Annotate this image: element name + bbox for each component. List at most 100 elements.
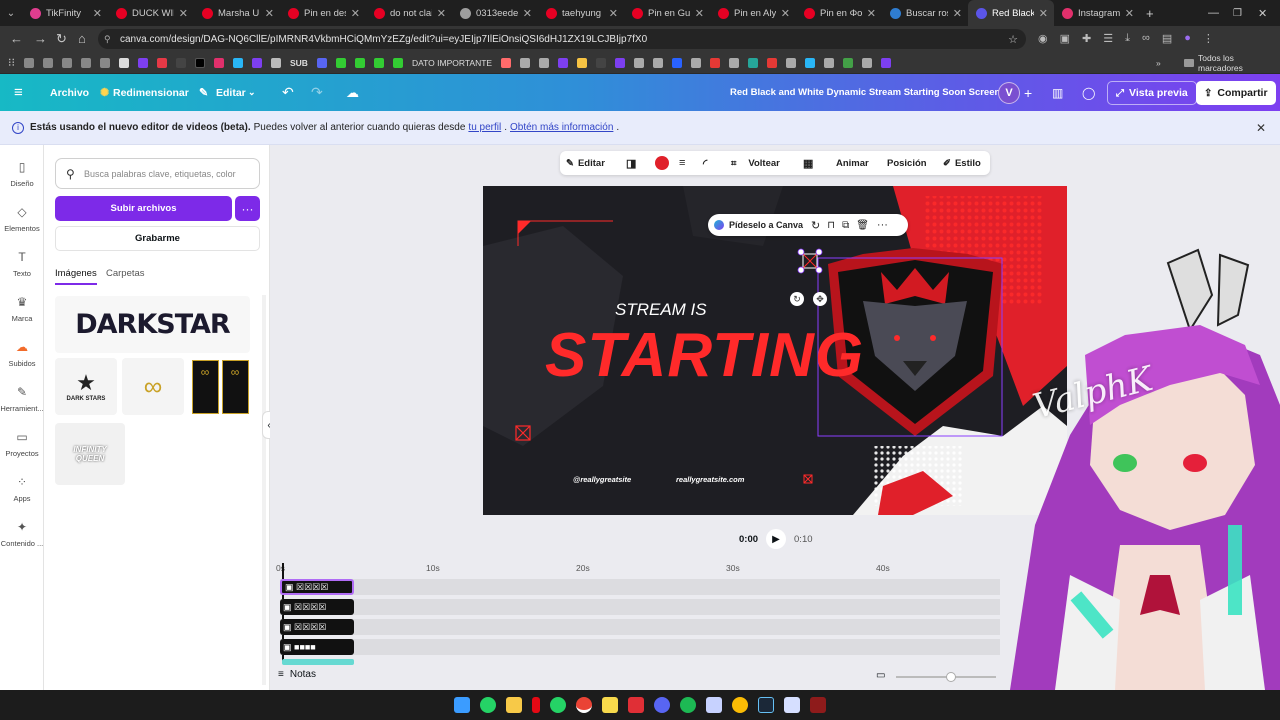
file-explorer-icon[interactable] <box>506 697 522 713</box>
tab-close-icon[interactable]: ✕ <box>351 7 360 20</box>
tab-close-icon[interactable]: ✕ <box>523 7 532 20</box>
bookmark-folder-icon[interactable] <box>24 57 34 68</box>
tab-folders[interactable]: Carpetas <box>106 268 145 279</box>
bookmark-favicon-icon[interactable] <box>157 57 167 68</box>
close-icon[interactable]: ✕ <box>1256 121 1266 135</box>
app-icon[interactable] <box>810 697 826 713</box>
comment-icon[interactable]: ◯ <box>1082 74 1095 111</box>
audio-track[interactable] <box>282 659 354 665</box>
tab-close-icon[interactable]: ✕ <box>695 7 704 20</box>
bookmark-favicon-icon[interactable] <box>729 57 740 68</box>
regenerate-icon[interactable]: ↻ <box>811 219 820 232</box>
browser-tab[interactable]: Buscar rostr ✕ <box>882 0 968 26</box>
bookmark-favicon-icon[interactable] <box>335 57 346 68</box>
bookmark-star-icon[interactable]: ☆ <box>1008 33 1018 46</box>
file-menu[interactable]: Archivo <box>50 74 89 111</box>
timeline-track[interactable]: ▣ ☒☒☒☒ <box>280 619 1000 635</box>
link-icon[interactable]: ∞ <box>1142 32 1150 45</box>
bookmark-favicon-icon[interactable] <box>824 57 835 68</box>
browser-tab[interactable]: do not claim ✕ <box>366 0 452 26</box>
duplicate-icon[interactable]: ⧉ <box>842 220 849 231</box>
rail-item-contenido[interactable]: ✦ Contenido ... <box>0 520 44 548</box>
browser-tab[interactable]: Marsha UI V ✕ <box>194 0 280 26</box>
bookmark-favicon-icon[interactable] <box>195 57 205 68</box>
resize-button[interactable]: Redimensionar <box>113 74 189 111</box>
bookmark-favicon-icon[interactable] <box>672 57 683 68</box>
add-collaborator-icon[interactable]: + <box>1024 74 1032 111</box>
browser-tab[interactable]: TikFinity ✕ <box>22 0 108 26</box>
browser-tab[interactable]: taehyung he ✕ <box>538 0 624 26</box>
sidebar-icon[interactable]: ▤ <box>1162 32 1172 45</box>
bookmark-favicon-icon[interactable] <box>596 57 607 68</box>
more-bookmarks-icon[interactable]: » <box>1156 58 1161 68</box>
home-icon[interactable]: ⌂ <box>78 31 86 46</box>
tab-close-icon[interactable]: ✕ <box>953 7 962 20</box>
ask-canva-button[interactable]: Pídeselo a Canva <box>729 220 803 230</box>
browser-tab[interactable]: Pin en Alyaı ✕ <box>710 0 796 26</box>
tab-close-icon[interactable]: ✕ <box>93 7 102 20</box>
browser-tab[interactable]: 0313eedea4 ✕ <box>452 0 538 26</box>
bookmark-favicon-icon[interactable] <box>233 57 243 68</box>
gold-crown-thumbnail[interactable]: ∞ <box>122 358 184 415</box>
extension-icon[interactable]: ◉ <box>1038 32 1048 45</box>
profile-link[interactable]: tu perfil <box>468 122 501 133</box>
color-swatch[interactable] <box>655 151 669 175</box>
app-icon[interactable] <box>628 697 644 713</box>
redo-icon[interactable]: ↷ <box>311 74 323 111</box>
tab-close-icon[interactable]: ✕ <box>1039 7 1048 20</box>
browser-tab[interactable]: Pin en Guar ✕ <box>624 0 710 26</box>
move-handle-icon[interactable]: ✥ <box>813 292 827 306</box>
rail-item-elementos[interactable]: ◇ Elementos <box>0 205 44 233</box>
bookmark-favicon-icon[interactable] <box>252 57 262 68</box>
bookmark-sub[interactable]: SUB <box>290 58 308 68</box>
browser-tab[interactable]: Pin en desig ✕ <box>280 0 366 26</box>
timeline-clip[interactable]: ▣ ■■■■ <box>280 639 354 655</box>
bookmark-favicon-icon[interactable] <box>577 57 588 68</box>
windows-start-icon[interactable] <box>454 697 470 713</box>
learn-more-link[interactable]: Obtén más información <box>510 122 613 133</box>
bookmark-favicon-icon[interactable] <box>354 57 365 68</box>
infinity-queen-thumbnail[interactable]: INFINITY QUEEN <box>55 423 125 485</box>
bookmark-favicon-icon[interactable] <box>501 57 512 68</box>
timeline-track[interactable]: ▣ ☒☒☒☒ <box>280 599 1000 615</box>
rail-item-herramient[interactable]: ✎ Herramient... <box>0 385 44 413</box>
upload-files-button[interactable]: Subir archivos <box>55 196 232 221</box>
chrome-icon[interactable] <box>732 697 748 713</box>
all-bookmarks[interactable]: Todos los marcadores <box>1198 53 1280 73</box>
chrome-icon[interactable] <box>576 697 592 713</box>
rail-item-diseño[interactable]: ▯ Diseño <box>0 160 44 188</box>
bookmark-favicon-icon[interactable] <box>539 57 550 68</box>
tab-images[interactable]: Imágenes <box>55 268 97 285</box>
netflix-icon[interactable] <box>532 697 540 713</box>
transparency-icon[interactable]: ▦ <box>803 151 813 175</box>
timeline-track[interactable]: ▣ ☒☒☒☒ <box>280 579 1000 595</box>
play-button[interactable]: ▶ <box>766 529 787 549</box>
apps-grid-icon[interactable]: ⁝⁝ <box>8 56 15 69</box>
tab-list-icon[interactable]: ☰ <box>1103 32 1113 45</box>
timeline-track[interactable]: ▣ ■■■■ <box>280 639 1000 655</box>
new-tab-button[interactable]: + <box>1146 6 1154 21</box>
vscode-icon[interactable] <box>706 697 722 713</box>
cloud-saved-icon[interactable]: ☁ <box>346 74 359 111</box>
bookmark-favicon-icon[interactable] <box>748 57 759 68</box>
maximize-icon[interactable]: ❐ <box>1233 8 1242 19</box>
bookmark-favicon-icon[interactable] <box>615 57 626 68</box>
forward-icon[interactable]: → <box>34 31 47 46</box>
insights-icon[interactable]: ▥ <box>1052 74 1063 111</box>
tab-close-icon[interactable]: ✕ <box>1125 7 1134 20</box>
dark-stars-thumbnail[interactable]: ★ DARK STARS <box>55 358 117 415</box>
timeline-clip[interactable]: ▣ ☒☒☒☒ <box>280 599 354 615</box>
bookmark-favicon-icon[interactable] <box>271 57 281 68</box>
bookmark-favicon-icon[interactable] <box>392 57 403 68</box>
bookmark-favicon-icon[interactable] <box>214 57 224 68</box>
bookmark-favicon-icon[interactable] <box>862 57 873 68</box>
bookmark-dato[interactable]: DATO IMPORTANTE <box>412 58 492 68</box>
rail-item-proyectos[interactable]: ▭ Proyectos <box>0 430 44 458</box>
timeline-clip[interactable]: ▣ ☒☒☒☒ <box>280 619 354 635</box>
avatar[interactable]: V <box>998 82 1020 104</box>
rail-item-marca[interactable]: ♛ Marca <box>0 295 44 323</box>
close-window-icon[interactable]: ✕ <box>1258 7 1267 20</box>
record-button[interactable]: Grabarme <box>55 226 260 251</box>
bookmark-favicon-icon[interactable] <box>710 57 721 68</box>
more-options-button[interactable]: ··· <box>235 196 260 221</box>
